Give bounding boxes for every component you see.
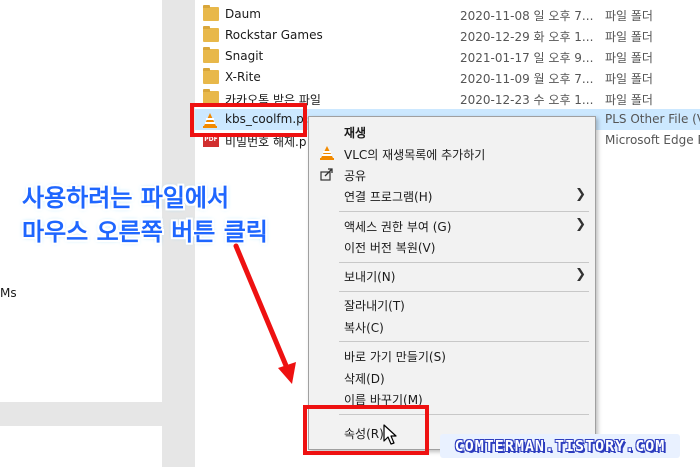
file-name: X-Rite [225,70,261,84]
file-type: 파일 폴더 [605,93,653,107]
file-type: 파일 폴더 [605,51,653,65]
file-date: 2021-01-17 일 오후 9... [460,51,594,65]
menu-item-vlc-add-playlist[interactable]: VLC의 재생목록에 추가하기 [310,143,594,164]
file-name: Snagit [225,49,264,63]
folder-icon [203,47,219,63]
menu-item-delete[interactable]: 삭제(D) [310,367,594,388]
file-name: Rockstar Games [225,28,323,42]
vlc-icon [320,146,334,160]
file-type: 파일 폴더 [605,9,653,23]
nav-bottom-area [0,426,162,467]
menu-item-label: 잘라내기(T) [344,299,405,313]
chevron-right-icon: ❯ [575,187,586,202]
file-type: PLS Other File (V... [605,112,700,126]
menu-item-label: VLC의 재생목록에 추가하기 [344,148,486,162]
menu-item-give-access[interactable]: 액세스 권한 부여 (G) ❯ [310,215,594,236]
chevron-right-icon: ❯ [575,217,586,232]
file-name: Daum [225,7,261,21]
nav-item-partial[interactable]: Ms [0,286,17,300]
menu-item-label: 공유 [344,169,367,183]
menu-item-label: 삭제(D) [344,372,385,386]
menu-item-restore-previous[interactable]: 이전 버전 복원(V) [310,236,594,257]
share-icon [320,167,334,181]
file-row-snagit[interactable]: Snagit 2021-01-17 일 오후 9... 파일 폴더 [195,46,700,67]
menu-item-label: 복사(C) [344,321,384,335]
folder-icon [203,26,219,42]
menu-item-label: 재생 [344,126,367,140]
highlight-box-properties [303,405,429,455]
menu-separator [339,291,589,292]
file-date: 2020-11-09 월 오후 7... [460,72,594,86]
file-date: 2020-12-23 수 오후 1... [460,93,594,107]
menu-item-label: 보내기(N) [344,270,396,284]
menu-item-label: 이전 버전 복원(V) [344,241,436,255]
folder-icon [203,68,219,84]
file-date: 2020-11-08 일 오후 7... [460,9,594,23]
folder-icon [203,5,219,21]
highlight-box-file [190,103,307,137]
file-type: 파일 폴더 [605,72,653,86]
menu-item-send-to[interactable]: 보내기(N) ❯ [310,265,594,286]
menu-item-play[interactable]: 재생 [310,121,594,142]
mouse-cursor-icon [383,424,397,445]
menu-item-label: 연결 프로그램(H) [344,190,433,204]
nav-horizontal-scrollbar[interactable] [0,402,162,426]
menu-item-copy[interactable]: 복사(C) [310,316,594,337]
file-row-x-rite[interactable]: X-Rite 2020-11-09 월 오후 7... 파일 폴더 [195,67,700,88]
context-menu: 재생 VLC의 재생목록에 추가하기 공유 연결 프로그램(H) ❯ 액세스 권… [308,116,596,450]
menu-separator [339,262,589,263]
watermark: COMTERMAN.TISTORY.COM [440,434,680,458]
file-row-daum[interactable]: Daum 2020-11-08 일 오후 7... 파일 폴더 [195,4,700,25]
menu-item-cut[interactable]: 잘라내기(T) [310,294,594,315]
file-type: 파일 폴더 [605,30,653,44]
file-date: 2020-12-29 화 오후 1... [460,30,594,44]
chevron-right-icon: ❯ [575,267,586,282]
file-type: Microsoft Edge P... [605,133,700,147]
annotation-line-2: 마우스 오른쪽 버튼 클릭 [22,218,268,246]
annotation-line-1: 사용하려는 파일에서 [22,184,230,212]
menu-item-open-with[interactable]: 연결 프로그램(H) ❯ [310,185,594,206]
menu-item-label: 바로 가기 만들기(S) [344,350,446,364]
menu-separator [339,211,589,212]
menu-item-share[interactable]: 공유 [310,164,594,185]
menu-separator [339,341,589,342]
file-row-rockstar-games[interactable]: Rockstar Games 2020-12-29 화 오후 1... 파일 폴… [195,25,700,46]
menu-item-label: 액세스 권한 부여 (G) [344,220,452,234]
menu-item-create-shortcut[interactable]: 바로 가기 만들기(S) [310,345,594,366]
